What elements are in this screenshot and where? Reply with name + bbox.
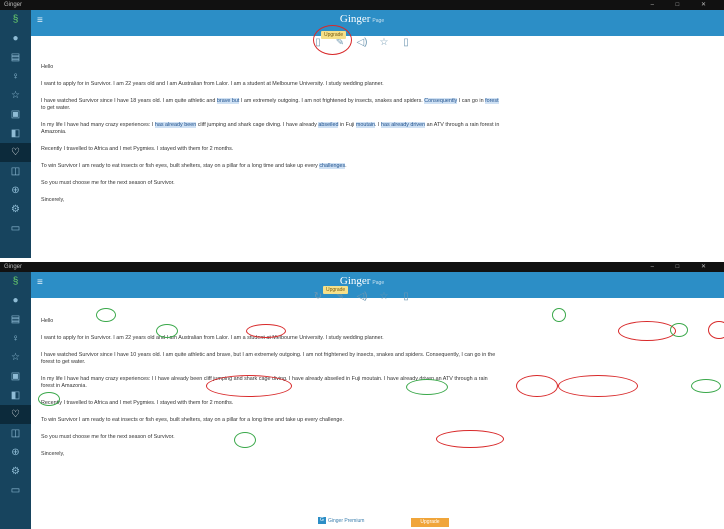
upgrade-tooltip: Upgrade [323,286,349,294]
green-annotation-circle [691,379,721,393]
ginger-logo-icon[interactable]: § [0,10,31,29]
translate-icon[interactable]: ◧ [0,124,31,143]
title-bar: Ginger – □ ✕ [0,0,724,10]
red-annotation-circle [516,375,558,397]
red-annotation-circle [206,375,292,397]
plus-circle-icon[interactable]: ⊕ [0,181,31,200]
closing: Sincerely, [41,197,65,203]
correction-highlight[interactable]: moutain [355,122,376,128]
paragraph: To win Survivor I am ready to eat insect… [41,417,344,423]
closing: Sincerely, [41,451,65,457]
green-annotation-circle [552,308,566,322]
red-annotation-circle [246,324,286,338]
ginger-window-before: Ginger – □ ✕ ≡ Ginger Page § ● ▤ ♀ ☆ ▣ ◧ … [0,0,724,258]
paragraph: I want to apply for in Survivor. I am 22… [41,81,384,87]
app-title: Ginger [4,2,23,8]
ginger-logo-icon[interactable]: § [0,272,31,291]
gear-icon[interactable]: ⚙ [0,200,31,219]
window-controls[interactable]: – □ ✕ [651,0,716,10]
green-annotation-circle [406,379,448,395]
speaker-icon[interactable]: ◁) [351,291,373,302]
paragraph: I have watched Survivor since I have 18 … [41,98,499,111]
clipboard-icon[interactable]: ▯ [395,291,417,302]
greeting: Hello [41,64,54,70]
plus-circle-icon[interactable]: ⊕ [0,443,31,462]
premium-banner[interactable]: G Ginger Premium [318,517,364,524]
book-icon[interactable]: ◫ [0,424,31,443]
editor-toolbar: ▯ ✎ ◁) ☆ ▯ [0,37,724,48]
app-header: ≡ Ginger Page [0,10,724,36]
correction-highlight[interactable]: has already been [154,122,197,128]
paragraph: In my life I have had many crazy experie… [41,122,500,135]
clipboard-icon[interactable]: ▯ [395,37,417,48]
green-annotation-circle [670,323,688,337]
paragraph: I have watched Survivor since I have 10 … [41,352,496,365]
paragraph: So you must choose me for the next seaso… [41,434,175,440]
green-annotation-circle [156,324,178,338]
greeting: Hello [41,318,54,324]
paragraph: Recently I travelled to Africa and I met… [41,146,234,152]
app-title: Ginger [4,264,23,270]
notes-icon[interactable]: ▣ [0,367,31,386]
red-annotation-circle [618,321,676,341]
paragraph: To win Survivor I am ready to eat insect… [41,163,347,169]
red-annotation-circle [558,375,638,397]
green-annotation-circle [38,392,60,406]
translate-icon[interactable]: ◧ [0,386,31,405]
heart-icon[interactable]: ♡ [0,405,31,424]
heart-icon[interactable]: ♡ [0,143,31,162]
correction-highlight[interactable]: has already driven [381,122,426,128]
correction-highlight[interactable]: forest [485,98,499,104]
document-icon[interactable]: ▤ [0,310,31,329]
speaker-icon[interactable]: ◁) [351,37,373,48]
bulb-icon[interactable]: ♀ [0,67,31,86]
document-icon[interactable]: ▤ [0,48,31,67]
star-icon[interactable]: ☆ [0,348,31,367]
paragraph: So you must choose me for the next seaso… [41,180,175,186]
star-icon[interactable]: ☆ [373,291,395,302]
ginger-logo-icon: G [318,517,326,524]
document-body[interactable]: Hello I want to apply for in Survivor. I… [41,64,724,214]
correction-highlight[interactable]: challenges [319,163,346,169]
ginger-window-after: Ginger – □ ✕ ≡ Ginger Page § ● ▤ ♀ ☆ ▣ ◧ … [0,262,724,529]
upgrade-button[interactable]: Upgrade [411,518,449,527]
green-annotation-circle [96,308,116,322]
correction-highlight[interactable]: brave but [216,98,240,104]
title-bar: Ginger – □ ✕ [0,262,724,272]
chat-icon[interactable]: ▭ [0,481,31,500]
window-controls[interactable]: – □ ✕ [651,262,716,272]
gear-icon[interactable]: ⚙ [0,462,31,481]
book-icon[interactable]: ◫ [0,162,31,181]
red-annotation-circle [436,430,504,448]
paragraph: Recently I travelled to Africa and I met… [41,400,234,406]
notes-icon[interactable]: ▣ [0,105,31,124]
correction-highlight[interactable]: abseiled [318,122,339,128]
editor-toolbar: ↻ ✎ ◁) ☆ ▯ [0,291,724,302]
brand-logo: Ginger Page [339,275,385,287]
chat-icon[interactable]: ▭ [0,219,31,238]
red-annotation-circle [708,321,724,339]
brand-logo: Ginger Page [339,13,385,25]
correction-highlight[interactable]: Consequently [424,98,458,104]
red-annotation-circle [313,25,352,55]
green-annotation-circle [234,432,256,448]
sidebar: § ● ▤ ♀ ☆ ▣ ◧ ♡ ◫ ⊕ ⚙ ▭ [0,272,31,529]
star-icon[interactable]: ☆ [0,86,31,105]
star-icon[interactable]: ☆ [373,37,395,48]
bulb-icon[interactable]: ♀ [0,329,31,348]
